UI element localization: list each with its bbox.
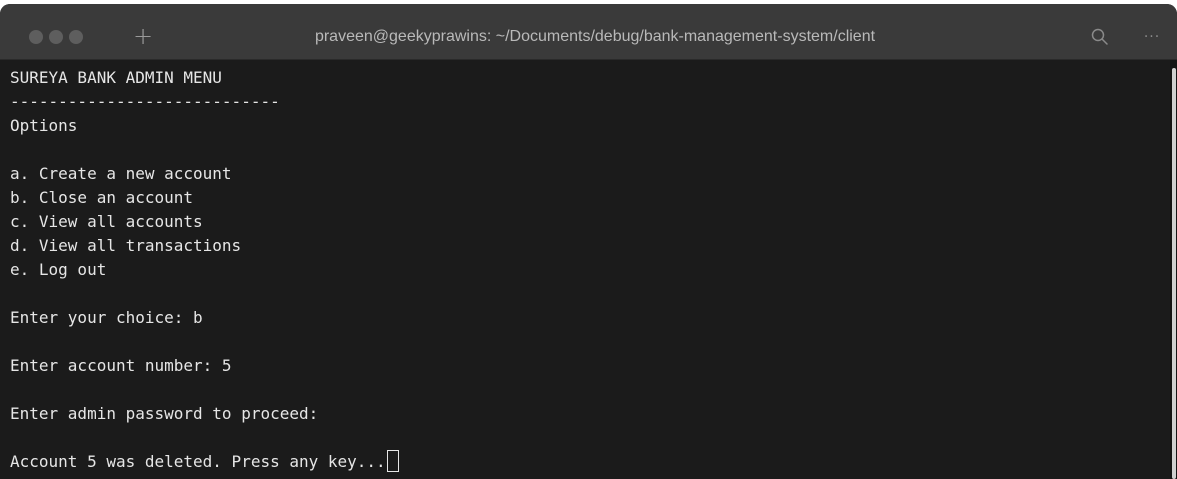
close-window-button[interactable] (29, 30, 43, 44)
terminal-line-15: Enter admin password to proceed: (10, 404, 319, 423)
terminal-line-6: b. Close an account (10, 188, 194, 207)
new-tab-button[interactable]: + (133, 21, 153, 51)
terminal-window: + praveen@geekyprawins: ~/Documents/debu… (0, 4, 1177, 479)
terminal-line-13: Enter account number: 5 (10, 356, 232, 375)
scrollbar-thumb[interactable] (1172, 68, 1176, 479)
terminal-line-7: c. View all accounts (10, 212, 203, 231)
terminal-line-1: SUREYA BANK ADMIN MENU (10, 68, 222, 87)
maximize-window-button[interactable] (69, 30, 83, 44)
terminal-prompt-line: Account 5 was deleted. Press any key... (10, 450, 399, 474)
terminal-line-8: d. View all transactions (10, 236, 242, 255)
window-title: praveen@geekyprawins: ~/Documents/debug/… (314, 28, 876, 45)
terminal-line-9: e. Log out (10, 260, 107, 279)
terminal-output[interactable]: SUREYA BANK ADMIN MENU -----------------… (0, 60, 1170, 479)
minimize-window-button[interactable] (49, 30, 63, 44)
terminal-line-3: Options (10, 116, 78, 135)
terminal-line-17: Account 5 was deleted. Press any key... (10, 452, 386, 471)
more-icon[interactable]: ··· (1138, 26, 1166, 48)
title-bar: + praveen@geekyprawins: ~/Documents/debu… (0, 4, 1177, 60)
terminal-line-2: ---------------------------- (10, 92, 280, 111)
text-cursor (386, 450, 399, 472)
search-icon[interactable] (1089, 26, 1111, 48)
terminal-line-11: Enter your choice: b (10, 308, 203, 327)
terminal-line-5: a. Create a new account (10, 164, 232, 183)
